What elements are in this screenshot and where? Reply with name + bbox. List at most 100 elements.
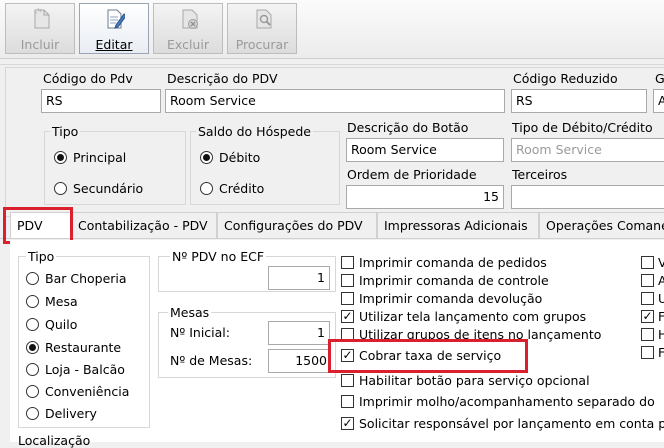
tab-pdv[interactable]: PDV: [10, 212, 71, 238]
tipo-bar-choperia-radio[interactable]: [26, 272, 39, 285]
excluir-label: Excluir: [167, 37, 209, 52]
opt-comanda-devolucao-checkbox[interactable]: [341, 292, 354, 305]
descricao-botao-input[interactable]: Room Service: [346, 138, 504, 162]
tipo-principal-radio[interactable]: [54, 151, 67, 164]
opt-comanda-controle-label: Imprimir comanda de controle: [359, 273, 549, 288]
inicial-label: Nº Inicial:: [170, 325, 230, 340]
descricao-pdv-label: Descrição do PDV: [167, 71, 278, 86]
incluir-label: Incluir: [20, 37, 60, 52]
right-opt-1-checkbox[interactable]: [641, 256, 654, 269]
pdv-tipo-label: Tipo: [26, 249, 57, 264]
right-opt-5-label: H: [658, 327, 664, 342]
num-mesas-input[interactable]: 1500: [268, 349, 330, 373]
opt-comanda-pedidos-checkbox[interactable]: [341, 256, 354, 269]
opt-servico-opcional-label: Habilitar botão para serviço opcional: [359, 373, 590, 388]
ecf-label: Nº PDV no ECF: [170, 249, 267, 264]
tipo-quilo-label: Quilo: [45, 317, 78, 332]
codigo-reduzido-label: Código Reduzido: [513, 71, 618, 86]
opt-tela-grupos-checkbox[interactable]: ✓: [341, 310, 354, 323]
terceiros-label: Terceiros: [512, 167, 568, 182]
opt-comanda-pedidos-label: Imprimir comanda de pedidos: [359, 255, 547, 270]
num-mesas-label: Nº de Mesas:: [170, 353, 253, 368]
right-opt-3-label: U: [658, 291, 664, 306]
descricao-pdv-input[interactable]: Room Service: [165, 89, 505, 113]
ecf-input[interactable]: 1: [268, 266, 330, 290]
tipo-conveniencia-label: Conveniência: [45, 384, 130, 399]
codigo-pdv-label: Código do Pdv: [43, 71, 133, 86]
tipo-mesa-radio[interactable]: [26, 295, 39, 308]
saldo-debito-radio[interactable]: [200, 151, 213, 164]
tipo-loja-balcao-label: Loja - Balcão: [45, 362, 125, 377]
tipo-restaurante-label: Restaurante: [45, 340, 122, 355]
right-opt-3-checkbox[interactable]: [641, 292, 654, 305]
extra-label: G: [655, 71, 664, 86]
tipo-secundario-radio[interactable]: [54, 182, 67, 195]
opt-taxa-servico-label: Cobrar taxa de serviço: [359, 348, 502, 363]
right-opt-1-label: V: [658, 255, 664, 270]
opt-molho-separado-label: Imprimir molho/acompanhamento separado d…: [359, 394, 655, 409]
extra-input[interactable]: A: [653, 89, 664, 113]
tab-configuracoes[interactable]: Configurações do PDV: [217, 212, 377, 238]
opt-comanda-devolucao-label: Imprimir comanda devolução: [359, 291, 543, 306]
delete-document-icon: [182, 9, 198, 29]
tipo-label: Tipo: [50, 124, 81, 139]
right-opt-2-checkbox[interactable]: [641, 274, 654, 287]
descricao-botao-label: Descrição do Botão: [347, 120, 469, 135]
opt-responsavel-label: Solicitar responsável por lançamento em …: [359, 416, 664, 431]
excluir-button[interactable]: Excluir: [153, 3, 223, 54]
procurar-button[interactable]: Procurar: [227, 3, 297, 54]
opt-molho-separado-checkbox[interactable]: [341, 395, 354, 408]
terceiros-input[interactable]: [511, 185, 664, 209]
ordem-label: Ordem de Prioridade: [347, 167, 477, 182]
toolbar: Incluir Editar Excluir Procurar: [0, 0, 664, 59]
tab-impressoras[interactable]: Impressoras Adicionais: [377, 212, 539, 238]
opt-responsavel-checkbox[interactable]: ✓: [341, 417, 354, 430]
right-opt-6-checkbox[interactable]: [641, 346, 654, 359]
opt-comanda-controle-checkbox[interactable]: [341, 274, 354, 287]
opt-taxa-servico-checkbox[interactable]: ✓: [341, 349, 354, 362]
tipo-debito-label: Tipo de Débito/Crédito: [512, 120, 653, 135]
tipo-bar-choperia-label: Bar Choperia: [45, 271, 127, 286]
tipo-delivery-radio[interactable]: [26, 407, 39, 420]
tipo-loja-balcao-radio[interactable]: [26, 363, 39, 376]
codigo-pdv-input[interactable]: RS: [41, 89, 161, 113]
inicial-input[interactable]: 1: [268, 321, 330, 345]
right-opt-4-label: F: [658, 309, 664, 324]
tipo-debito-input[interactable]: Room Service: [511, 138, 664, 162]
tipo-restaurante-radio[interactable]: [26, 341, 39, 354]
tipo-secundario-label: Secundário: [73, 181, 144, 196]
localizacao-label: Localização: [18, 433, 91, 448]
opt-tela-grupos-label: Utilizar tela lançamento com grupos: [359, 309, 587, 324]
tipo-mesa-label: Mesa: [45, 294, 78, 309]
right-opt-2-label: A: [658, 273, 664, 288]
tipo-delivery-label: Delivery: [45, 406, 97, 421]
search-document-icon: [256, 9, 272, 29]
incluir-button[interactable]: Incluir: [5, 3, 75, 54]
ordem-input[interactable]: 15: [346, 185, 504, 209]
saldo-credito-label: Crédito: [219, 181, 265, 196]
tipo-principal-label: Principal: [73, 150, 127, 165]
codigo-reduzido-input[interactable]: RS: [511, 89, 647, 113]
saldo-credito-radio[interactable]: [200, 182, 213, 195]
opt-grupos-itens-checkbox[interactable]: [341, 328, 354, 341]
right-opt-4-checkbox[interactable]: ✓: [641, 310, 654, 323]
procurar-label: Procurar: [235, 37, 289, 52]
pdv-tab-panel: Tipo Bar Choperia Mesa Quilo Restaurante…: [10, 240, 664, 448]
tipo-conveniencia-radio[interactable]: [26, 385, 39, 398]
edit-document-icon: [107, 9, 125, 29]
tab-contabilizacao[interactable]: Contabilização - PDV: [71, 212, 217, 238]
new-document-icon: [33, 8, 50, 29]
saldo-group: [190, 131, 340, 205]
mesas-label: Mesas: [168, 305, 212, 320]
editar-label: Editar: [95, 37, 133, 52]
opt-grupos-itens-label: Utilizar grupos de itens no lançamento: [359, 327, 602, 342]
opt-servico-opcional-checkbox[interactable]: [341, 374, 354, 387]
tipo-quilo-radio[interactable]: [26, 318, 39, 331]
saldo-label: Saldo do Hóspede: [196, 124, 313, 139]
tab-bar: PDV Contabilização - PDV Configurações d…: [0, 212, 664, 239]
saldo-debito-label: Débito: [219, 150, 261, 165]
right-opt-6-label: F: [658, 345, 664, 360]
tab-operacoes[interactable]: Operações Comane: [539, 212, 664, 238]
editar-button[interactable]: Editar: [79, 3, 149, 54]
right-opt-5-checkbox[interactable]: [641, 328, 654, 341]
